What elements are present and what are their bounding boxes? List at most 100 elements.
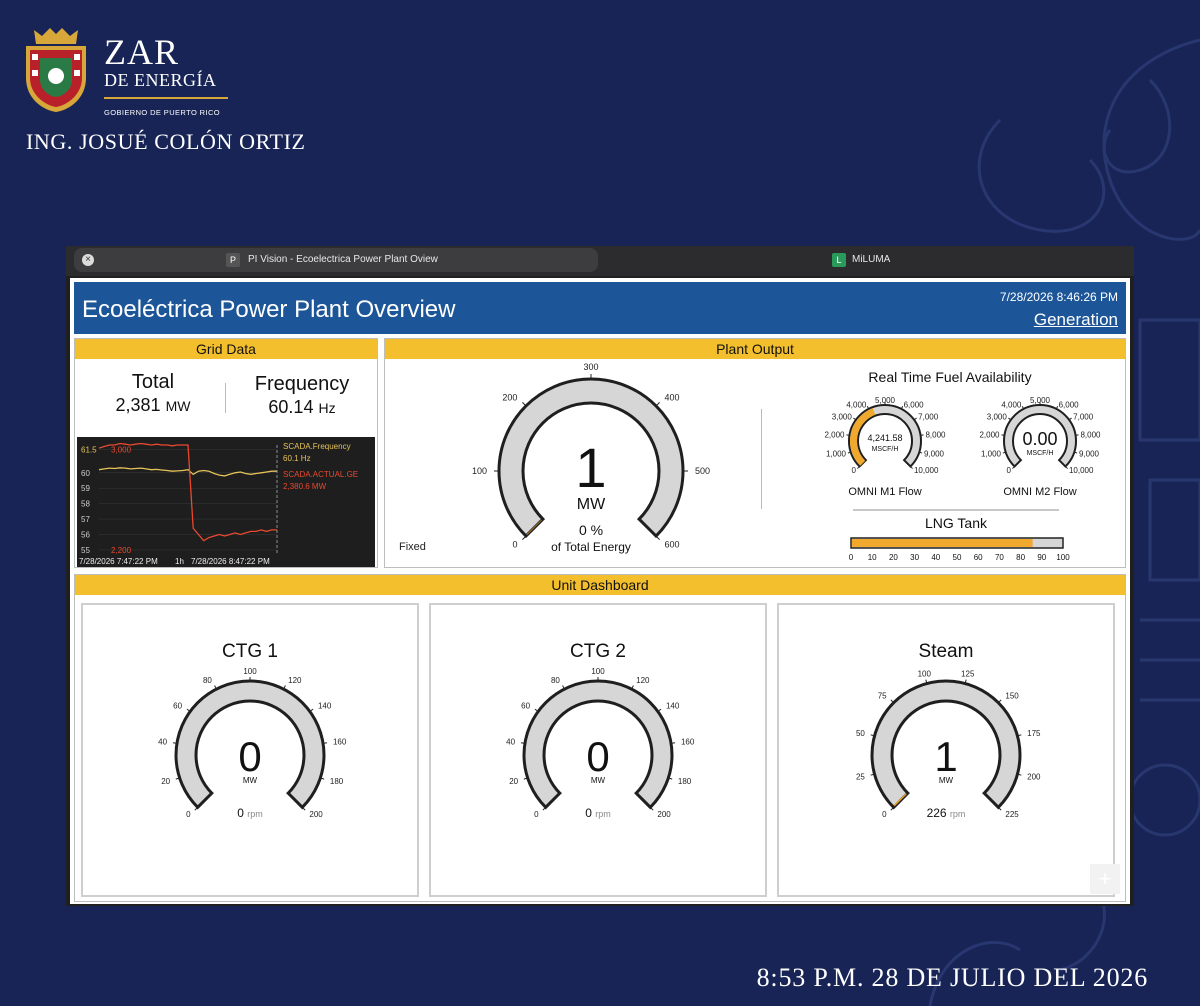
browser-window: × P PI Vision - Ecoelectrica Power Plant…	[66, 246, 1134, 906]
tab-bar: × P PI Vision - Ecoelectrica Power Plant…	[66, 246, 1134, 276]
trend-y-tick: 55	[81, 546, 90, 555]
fuel-gauge-value: 4,241.58	[867, 433, 902, 443]
lng-tick-label: 90	[1037, 553, 1046, 562]
lng-divider	[853, 509, 1059, 511]
lng-tank-title: LNG Tank	[925, 515, 987, 531]
gauge-tick-label: 160	[333, 738, 347, 747]
gauge-tick-label: 175	[1027, 729, 1041, 738]
unit-gauge: 0204060801001201401601802000MW0 rpm	[158, 667, 347, 820]
unit-rpm: 0 rpm	[585, 806, 611, 820]
trend-y-tick-right: 3,000	[111, 446, 132, 455]
gauge-tick	[172, 742, 177, 744]
plant-output-panel: Plant Output 0 100 200 300 400 500 600 1 MW 0 % of…	[384, 338, 1126, 568]
trend-legend-name: SCADA.Frequency	[283, 442, 351, 451]
miluma-favicon-icon: L	[832, 253, 846, 267]
lng-tick-label: 0	[849, 553, 854, 562]
lng-tick-label: 100	[1056, 553, 1070, 562]
dashboard-timestamp: 7/28/2026 8:46:26 PM	[999, 290, 1118, 304]
page-title: Ecoeléctrica Power Plant Overview	[82, 296, 456, 323]
gauge-tick-label: 6,000	[904, 400, 925, 409]
rpm-value: 0	[585, 806, 595, 820]
gauge-tick-label: 200	[1027, 773, 1041, 782]
brand-divider	[104, 97, 228, 99]
lng-tick-label: 70	[995, 553, 1004, 562]
gauge-tick-label: 0	[882, 810, 887, 819]
gauge-tick-label: 0	[1007, 466, 1012, 475]
gauge-tick-label: 75	[878, 691, 887, 700]
unit-card-ctg2[interactable]: CTG 2 0 20 40 60 80 100 120 140 160 180 200 0 MW 0 rp…	[429, 603, 767, 897]
gauge-tick-label: 40	[158, 738, 167, 747]
gauge-tick-label: 1,000	[826, 449, 847, 458]
gauge-tick-label: 5,000	[875, 396, 896, 405]
gauge-tick-label: 180	[330, 777, 344, 786]
generation-line	[98, 442, 277, 542]
gauge-tick-label: 9,000	[1079, 449, 1100, 458]
unit-card-ctg1[interactable]: CTG 1 0 20 40 60 80 100 120 140 160 180 200 0 MW 0 rp…	[81, 603, 419, 897]
unit-value: 1	[934, 733, 957, 780]
lng-tick-label: 50	[953, 553, 962, 562]
tab-miluma[interactable]: L MiLUMA	[600, 248, 1130, 272]
gauge-tick-label: 6,000	[1059, 400, 1080, 409]
close-icon[interactable]: ×	[82, 254, 94, 266]
unit-rpm: 0 rpm	[237, 806, 263, 820]
generation-link[interactable]: Generation	[1034, 310, 1118, 330]
lng-tick-label: 80	[1016, 553, 1025, 562]
rpm-unit: rpm	[247, 809, 263, 819]
trend-y-tick: 61.5	[81, 446, 97, 455]
unit-value: 0	[586, 733, 609, 780]
gauge-tick-label: 125	[961, 670, 975, 679]
lng-tick-label: 60	[974, 553, 983, 562]
gauge-tick-label: 140	[666, 701, 680, 710]
gauge-tick-label: 5,000	[1030, 396, 1051, 405]
gauge-tick-label: 80	[203, 676, 212, 685]
gauge-tick-label: 225	[1005, 810, 1019, 819]
total-value: 2,381 MW	[93, 395, 213, 416]
gauge-tick-label: 140	[318, 701, 332, 710]
gauge-tick-label: 20	[509, 777, 518, 786]
trend-y-tick: 57	[81, 515, 90, 524]
gauge-tick-label: 500	[695, 466, 710, 476]
trend-chart[interactable]: 61.5 60 59 58 57 56 55 3,000 2,200 SCADA.Frequenc…	[77, 437, 375, 567]
add-button[interactable]: +	[1090, 864, 1120, 894]
unit-dashboard-header: Unit Dashboard	[75, 575, 1125, 595]
trend-y-tick-right: 2,200	[111, 546, 132, 555]
trend-legend-value: 60.1 Hz	[283, 454, 311, 463]
unit-card-steam[interactable]: Steam 0 25 50 75 100 125 150 175 200 225 1 MW 226 rp…	[777, 603, 1115, 897]
gauge-tick-label: 180	[678, 777, 692, 786]
unit-dashboard-panel: Unit Dashboard CTG 1 0 20 40 60 80 100 120 140 1…	[74, 574, 1126, 902]
gauge-tick-label: 10,000	[1069, 466, 1094, 475]
gauge-tick-label: 0	[186, 810, 191, 819]
trend-y-tick: 58	[81, 500, 90, 509]
gauge-tick-label: 7,000	[1073, 413, 1094, 422]
frequency-unit: Hz	[318, 400, 336, 416]
gauge-tick-label: 120	[288, 676, 302, 685]
plant-output-header: Plant Output	[385, 339, 1125, 359]
trend-y-tick: 59	[81, 484, 90, 493]
frequency-line	[98, 467, 277, 477]
gauge-tick-label: 2,000	[824, 430, 845, 439]
gauge-tick	[655, 402, 660, 407]
grid-data-header: Grid Data	[75, 339, 377, 359]
gauge-tick-label: 60	[173, 701, 182, 710]
trend-end-time: 7/28/2026 8:47:22 PM	[191, 557, 270, 566]
rpm-value: 0	[237, 806, 247, 820]
gauge-tick-label: 0	[512, 540, 517, 550]
frequency-label: Frequency	[254, 373, 350, 395]
lng-tick-label: 10	[868, 553, 877, 562]
gauge-tick-label: 100	[472, 466, 487, 476]
unit-gauge: 0204060801001201401601802000MW0 rpm	[506, 667, 695, 820]
coat-of-arms-logo	[26, 28, 86, 112]
gauge-tick-label: 4,000	[846, 400, 867, 409]
gauge-tick-label: 150	[1005, 691, 1019, 700]
fuel-gauge-unit: MSCF/H	[872, 446, 899, 453]
gauge-tick-label: 40	[506, 738, 515, 747]
gauge-tick	[520, 742, 525, 744]
gauge-tick-label: 7,000	[918, 413, 939, 422]
trend-legend-name: SCADA.ACTUAL.GE	[283, 470, 358, 479]
fuel-divider	[761, 409, 762, 509]
gauge-tick-label: 100	[918, 670, 932, 679]
gauge-tick-label: 50	[856, 729, 865, 738]
gauge-tick-label: 25	[856, 773, 865, 782]
tab-pi-vision[interactable]: × P PI Vision - Ecoelectrica Power Plant…	[74, 248, 598, 272]
gauge-tick-label: 3,000	[987, 413, 1008, 422]
